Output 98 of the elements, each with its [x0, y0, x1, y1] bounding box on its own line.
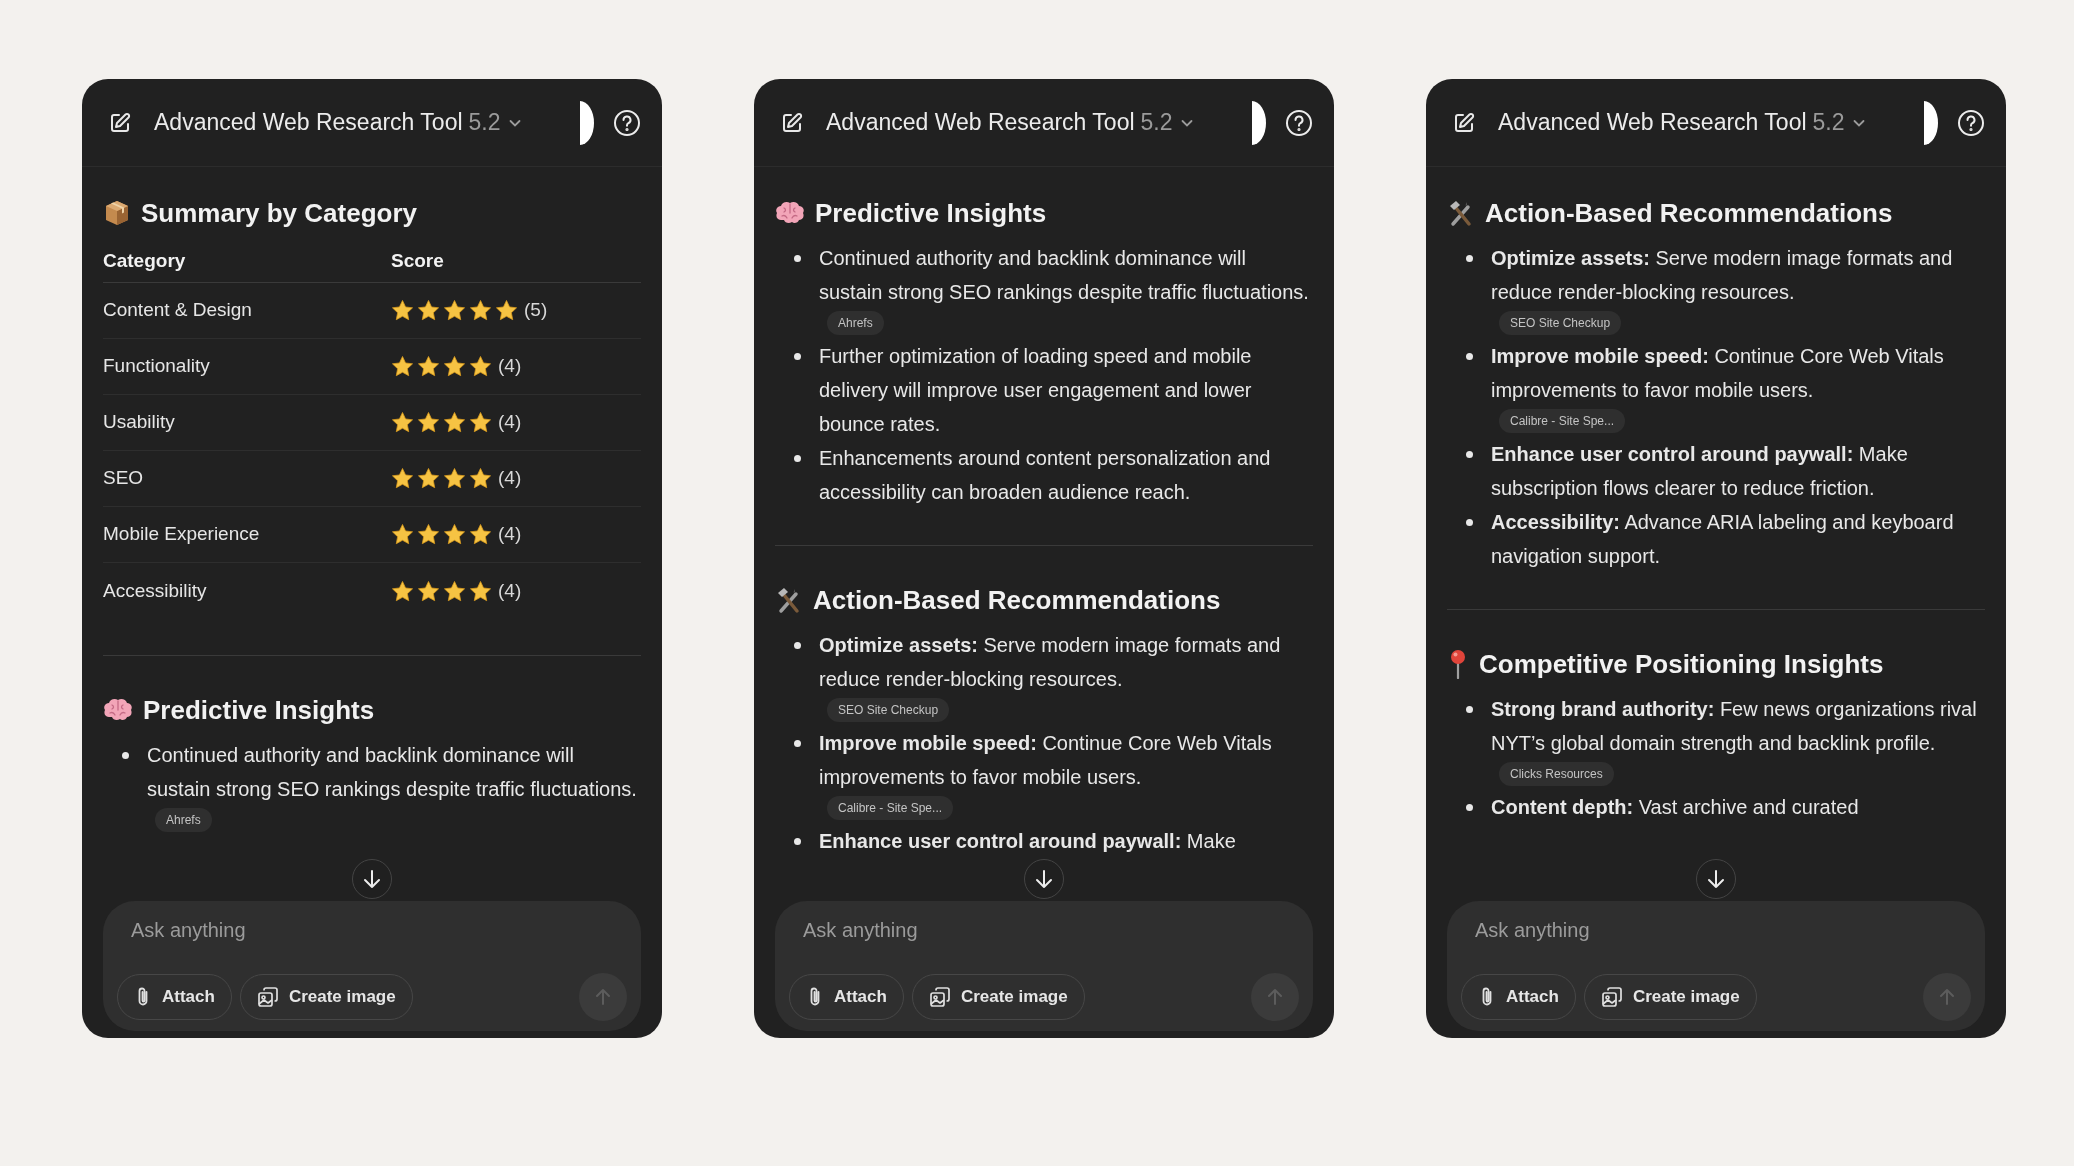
star-icon: [417, 523, 440, 546]
model-selector[interactable]: Advanced Web Research Tool 5.2: [826, 105, 1195, 140]
bullet-text: Continued authority and backlink dominance will sustain strong SEO rankings despite traffic fluctuations.: [147, 743, 638, 802]
star-icon: [469, 299, 492, 322]
brain-icon: [775, 200, 805, 226]
star-icon: [417, 355, 440, 378]
column-header: Category: [103, 241, 391, 283]
score-text: (5): [524, 298, 548, 323]
bullet-text: Improve mobile speed: Continue Core Web Vitals improvements to favor mobile users.: [819, 731, 1273, 790]
category-text: Accessibility: [103, 578, 207, 603]
star-icon: [469, 579, 492, 603]
star-icon: [469, 355, 492, 378]
arrow-up-icon: [593, 987, 613, 1007]
star-icon: [469, 523, 492, 546]
model-selector[interactable]: Advanced Web Research Tool 5.2: [154, 105, 523, 140]
star-icon: [443, 523, 466, 546]
star-icon: [391, 467, 414, 490]
section-heading: Action-Based Recommendations: [1485, 197, 1893, 230]
star-icon: [443, 355, 466, 378]
help-button[interactable]: [612, 107, 642, 138]
images-icon: [928, 986, 951, 1008]
section-heading: Predictive Insights: [815, 197, 1047, 230]
star-icon: [391, 411, 414, 434]
bullet-text: Content depth: Vast archive and curated: [1491, 795, 1860, 820]
arrow-up-icon: [1937, 987, 1957, 1007]
star-icon: [417, 579, 440, 603]
message-input[interactable]: Ask anything: [1461, 915, 1971, 945]
section-heading: Predictive Insights: [143, 694, 375, 727]
edit-icon: [108, 110, 132, 135]
message-input[interactable]: Ask anything: [117, 915, 627, 945]
star-icon: [391, 523, 414, 546]
star-icon: [495, 299, 518, 322]
source-chip[interactable]: Clicks Resources: [1499, 762, 1614, 786]
bullet-text: Continued authority and backlink dominance will sustain strong SEO rankings despite traffic fluctuations.: [819, 246, 1310, 305]
scroll-down-button[interactable]: [1696, 859, 1736, 899]
star-icon: [391, 299, 414, 322]
source-chip[interactable]: Ahrefs: [827, 311, 884, 335]
star-icon: [443, 467, 466, 490]
score-text: (4): [498, 522, 522, 547]
bullet-text: Optimize assets: Serve modern image formats and reduce render-blocking resources.: [819, 633, 1282, 692]
bullet-text: Optimize assets: Serve modern image formats and reduce render-blocking resources.: [1491, 246, 1954, 305]
section-heading: Summary by Category: [141, 197, 417, 230]
brain-icon: [103, 697, 133, 723]
source-chip[interactable]: SEO Site Checkup: [827, 698, 950, 722]
category-text: Usability: [103, 410, 175, 435]
source-chip[interactable]: Calibre - Site Spe...: [1499, 409, 1626, 433]
arrow-down-icon: [1705, 868, 1727, 890]
score-text: (4): [498, 578, 522, 603]
star-icon: [391, 579, 414, 603]
star-icon: [469, 411, 492, 434]
source-chip[interactable]: Calibre - Site Spe...: [827, 796, 954, 820]
column-header: Score: [391, 241, 641, 283]
category-text: SEO: [103, 466, 144, 491]
star-icon: [417, 299, 440, 322]
source-chip[interactable]: SEO Site Checkup: [1499, 311, 1622, 335]
category-text: Functionality: [103, 354, 210, 379]
help-icon: [1957, 108, 1985, 137]
half-moon-icon: [1924, 100, 1938, 145]
bullet-text: Enhance user control around paywall: Make: [819, 829, 1237, 854]
star-icon: [417, 411, 440, 434]
star-icon: [417, 467, 440, 490]
arrow-up-icon: [1265, 987, 1285, 1007]
score-text: (4): [498, 354, 522, 379]
category-text: Content & Design: [103, 298, 252, 323]
score-text: (4): [498, 410, 522, 435]
half-moon-icon: [580, 100, 594, 145]
star-icon: [443, 299, 466, 322]
star-icon: [443, 411, 466, 434]
bullet-text: Enhancements around content personalization and accessibility can broaden audience reach.: [819, 446, 1272, 505]
bullet-text: Further optimization of loading speed and mobile delivery will improve user engagement and lower bounce rates.: [819, 344, 1253, 437]
scroll-down-button[interactable]: [352, 859, 392, 899]
model-selector[interactable]: Advanced Web Research Tool 5.2: [1498, 105, 1867, 140]
help-button[interactable]: [1284, 107, 1314, 138]
bullet-text: Improve mobile speed: Continue Core Web Vitals improvements to favor mobile users.: [1491, 344, 1945, 403]
bullet-text: Enhance user control around paywall: Make subscription flows clearer to reduce friction.: [1491, 442, 1909, 501]
help-icon: [1285, 108, 1313, 137]
star-icon: [443, 579, 466, 603]
arrow-down-icon: [361, 868, 383, 890]
images-icon: [256, 986, 279, 1008]
bullet-text: Accessibility: Advance ARIA labeling and keyboard navigation support.: [1491, 510, 1955, 569]
category-text: Mobile Experience: [103, 522, 260, 547]
star-icon: [391, 355, 414, 378]
section-heading: Action-Based Recommendations: [813, 584, 1221, 617]
scroll-down-button[interactable]: [1024, 859, 1064, 899]
score-text: (4): [498, 466, 522, 491]
help-icon: [613, 108, 641, 137]
source-chip[interactable]: Ahrefs: [155, 808, 212, 832]
help-button[interactable]: [1956, 107, 1986, 138]
bullet-text: Strong brand authority: Few news organizations rival NYT’s global domain strength and backlink profile.: [1491, 697, 1978, 756]
box-icon: [103, 199, 131, 227]
arrow-down-icon: [1033, 868, 1055, 890]
message-input[interactable]: Ask anything: [789, 915, 1299, 945]
section-heading: Competitive Positioning Insights: [1479, 648, 1884, 681]
half-moon-icon: [1252, 100, 1266, 145]
images-icon: [1600, 986, 1623, 1008]
edit-icon: [780, 110, 804, 135]
star-icon: [469, 467, 492, 490]
edit-icon: [1452, 110, 1476, 135]
